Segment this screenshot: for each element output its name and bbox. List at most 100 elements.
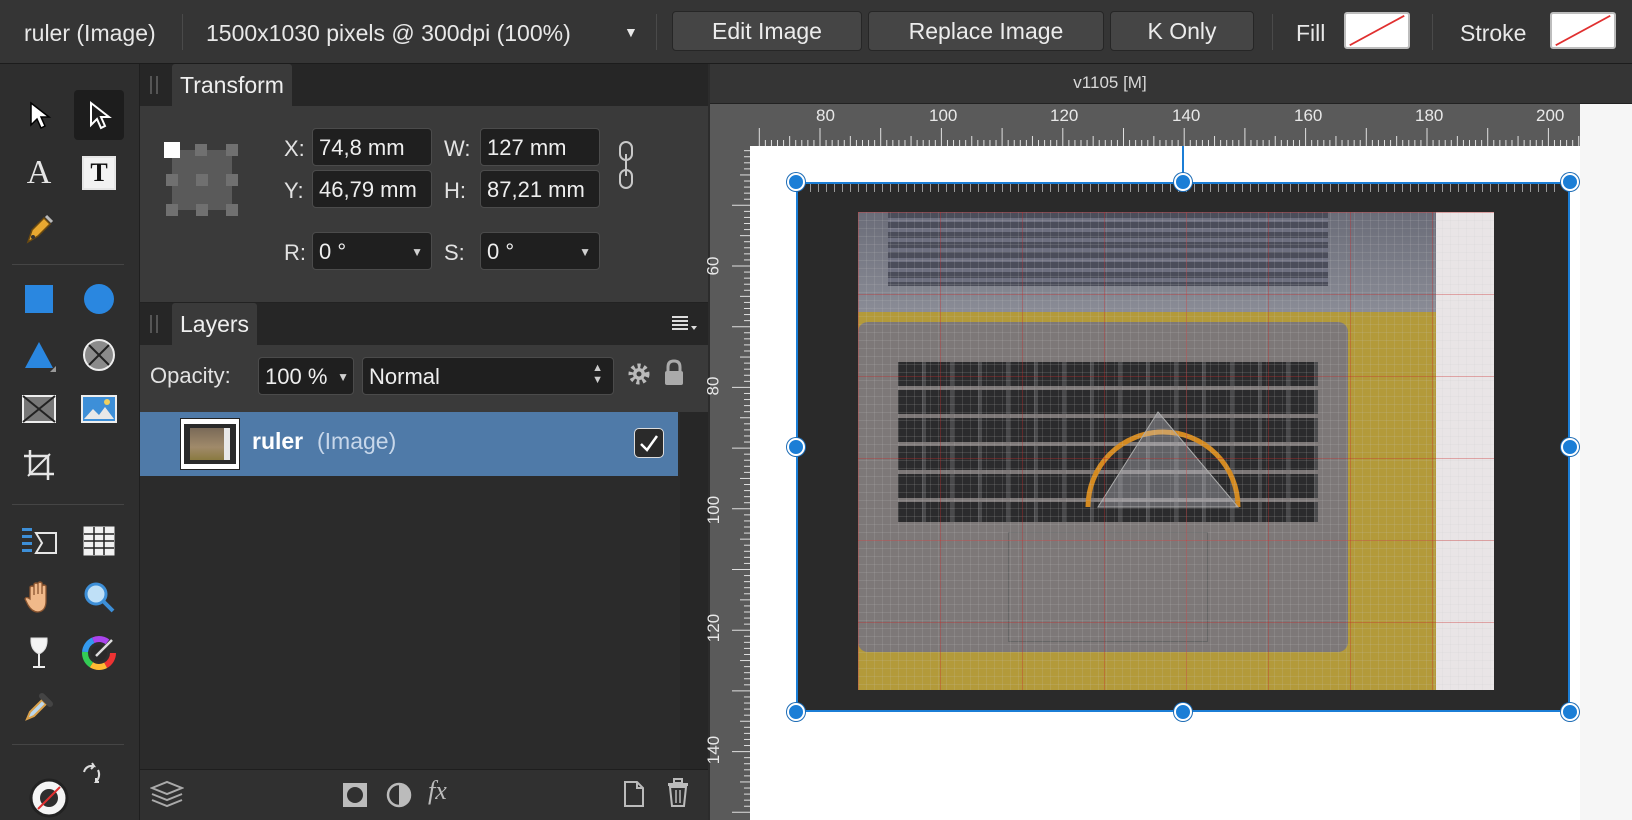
vertical-ruler-ticks: [732, 150, 750, 813]
x-field[interactable]: 74,8 mm: [312, 128, 432, 166]
artistic-text-tool-icon[interactable]: A: [14, 148, 64, 198]
layer-thumbnail: [180, 418, 240, 470]
view-title-bar: v1105 [M]: [710, 64, 1632, 104]
context-toolbar: ruler (Image) 1500x1030 pixels @ 300dpi …: [0, 0, 1632, 64]
h-ruler-label: 180: [1415, 106, 1444, 125]
transparency-tool-icon[interactable]: [14, 628, 64, 678]
blend-mode-select[interactable]: Normal ▲ ▼: [362, 357, 614, 395]
frame-text-tool-icon[interactable]: T: [74, 148, 124, 198]
tab-layers[interactable]: Layers: [172, 303, 258, 345]
image-info-dropdown-icon[interactable]: ▼: [624, 24, 638, 40]
tools-panel: A T: [0, 64, 140, 820]
place-image-tool-icon[interactable]: [74, 384, 124, 434]
hand-tool-icon[interactable]: [14, 572, 64, 622]
resize-handle-bottom[interactable]: [1174, 703, 1192, 721]
vector-crop-circle-icon[interactable]: [74, 330, 124, 380]
layers-stack-icon[interactable]: [149, 780, 185, 813]
edit-image-button[interactable]: Edit Image: [672, 11, 862, 51]
table-flow-tool-icon[interactable]: [14, 516, 64, 566]
panel-grip[interactable]: [150, 315, 158, 333]
v-ruler-label: 120: [704, 613, 724, 643]
add-page-icon[interactable]: [622, 780, 646, 813]
stroke-swatch[interactable]: [1550, 12, 1616, 49]
move-tool-icon[interactable]: [14, 90, 64, 140]
image-info: 1500x1030 pixels @ 300dpi (100%): [206, 20, 571, 46]
h-ruler-label: 120: [1050, 106, 1079, 125]
pen-tool-icon[interactable]: [14, 204, 64, 254]
h-field[interactable]: 87,21 mm: [480, 170, 600, 208]
fill-stroke-selector-icon[interactable]: [24, 764, 74, 820]
triangle-tool-icon[interactable]: [14, 330, 64, 380]
lock-icon[interactable]: [664, 359, 684, 392]
shear-value: 0 °: [487, 239, 515, 264]
resize-handle-left[interactable]: [787, 438, 805, 456]
layer-row[interactable]: ruler (Image): [140, 412, 678, 476]
layers-bottom-bar: fx: [140, 769, 708, 820]
selection-name: ruler (Image): [24, 20, 156, 46]
color-picker-wheel-icon[interactable]: [74, 628, 124, 678]
zoom-tool-icon[interactable]: [74, 572, 124, 622]
toolbar-divider: [656, 14, 657, 50]
layers-tabbar: Layers: [140, 303, 708, 345]
y-field[interactable]: 46,79 mm: [312, 170, 432, 208]
blend-mode-value: Normal: [369, 364, 440, 389]
layer-name: ruler: [252, 428, 304, 454]
k-only-button[interactable]: K Only: [1110, 11, 1254, 51]
link-proportions-icon[interactable]: [618, 140, 636, 195]
v-ruler-label: 100: [704, 495, 724, 525]
panel-grip[interactable]: [150, 76, 158, 94]
rectangle-tool-icon[interactable]: [14, 274, 64, 324]
horizontal-ruler-ticks: [758, 128, 1628, 146]
tools-divider: [12, 264, 124, 265]
ellipse-tool-icon[interactable]: [74, 274, 124, 324]
document-title: v1105 [M]: [1073, 73, 1147, 92]
vertical-ruler[interactable]: 60 80 100 120 140: [703, 146, 750, 820]
w-field[interactable]: 127 mm: [480, 128, 600, 166]
fill-swatch[interactable]: [1344, 12, 1410, 49]
tools-divider: [12, 744, 124, 745]
rotation-field[interactable]: 0 ° ▼: [312, 232, 432, 270]
panel-menu-icon[interactable]: [672, 315, 698, 336]
swap-colors-icon[interactable]: [78, 760, 106, 788]
adjustment-layer-icon[interactable]: [386, 782, 412, 813]
selection-bounding-box: [796, 182, 1570, 712]
s-label: S:: [444, 240, 465, 265]
toolbar-divider: [1272, 14, 1273, 50]
opacity-field[interactable]: 100 % ▼: [258, 357, 354, 395]
resize-handle-top-right[interactable]: [1561, 173, 1579, 191]
shear-field[interactable]: 0 ° ▼: [480, 232, 600, 270]
r-label: R:: [284, 240, 306, 265]
picture-frame-tool-icon[interactable]: [14, 384, 64, 434]
tab-transform[interactable]: Transform: [172, 64, 292, 106]
h-ruler-label: 100: [929, 106, 958, 125]
rotation-value: 0 °: [319, 239, 347, 264]
v-ruler-label: 60: [703, 256, 723, 276]
chevron-down-icon[interactable]: ▼: [579, 245, 591, 259]
horizontal-ruler[interactable]: 80 100 120 140 160 180 200: [710, 104, 1632, 146]
resize-handle-top-left[interactable]: [787, 173, 805, 191]
stroke-label: Stroke: [1460, 20, 1527, 46]
chevron-down-icon[interactable]: ▼: [411, 245, 423, 259]
fx-effects-icon[interactable]: fx: [428, 776, 447, 806]
node-tool-icon[interactable]: [74, 90, 124, 140]
layers-scrollbar[interactable]: [680, 412, 708, 769]
crop-tool-icon[interactable]: [14, 440, 64, 490]
layer-type: (Image): [317, 428, 397, 454]
gear-icon[interactable]: [626, 361, 652, 392]
resize-handle-top[interactable]: [1174, 173, 1192, 191]
y-label: Y:: [284, 178, 304, 203]
resize-handle-bottom-right[interactable]: [1561, 703, 1579, 721]
chevron-down-icon[interactable]: ▼: [337, 370, 349, 384]
table-tool-icon[interactable]: [74, 516, 124, 566]
canvas[interactable]: [750, 146, 1632, 820]
resize-handle-right[interactable]: [1561, 438, 1579, 456]
mask-layer-icon[interactable]: [342, 782, 368, 813]
eyedropper-tool-icon[interactable]: [14, 682, 64, 732]
opacity-label: Opacity:: [150, 363, 231, 388]
trash-icon[interactable]: [666, 778, 690, 813]
anchor-point-selector[interactable]: [164, 142, 240, 218]
resize-handle-bottom-left[interactable]: [787, 703, 805, 721]
layer-visibility-checkbox[interactable]: [634, 428, 664, 458]
replace-image-button[interactable]: Replace Image: [868, 11, 1104, 51]
v-ruler-label: 140: [704, 735, 724, 765]
